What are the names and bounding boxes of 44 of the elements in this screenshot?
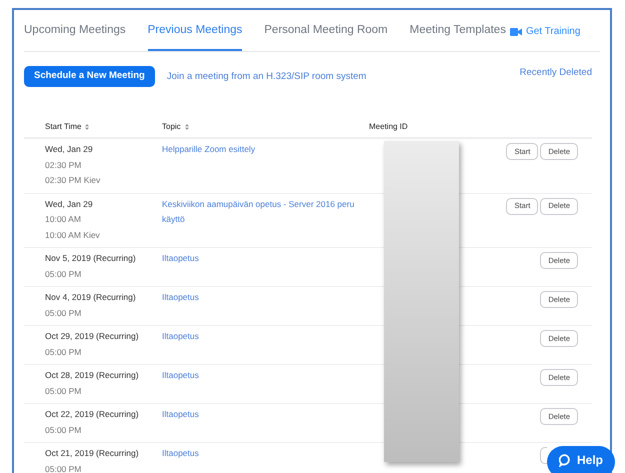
- sort-icon[interactable]: [85, 124, 90, 130]
- start-date: Wed, Jan 29: [45, 198, 94, 210]
- start-time: 05:00 PM: [45, 424, 82, 436]
- start-time: 05:00 PM: [45, 306, 82, 320]
- video-camera-icon: [510, 28, 522, 36]
- sort-icon[interactable]: [184, 124, 189, 130]
- topic-link[interactable]: Iltaopetus: [162, 251, 199, 266]
- get-training-link[interactable]: Get Training: [510, 24, 580, 39]
- start-time: 05:00 PM: [45, 462, 82, 473]
- topic-link[interactable]: Keskiviikon aamupäivän opetus - Server 2016 peru: [162, 196, 354, 212]
- join-room-system-link[interactable]: Join a meeting from an H.323/SIP room system: [166, 70, 366, 84]
- start-time: 02:30 PM Kiev: [45, 174, 102, 187]
- topic-link[interactable]: käyttö: [162, 212, 185, 228]
- schedule-meeting-button[interactable]: Schedule a New Meeting: [24, 66, 155, 87]
- tab[interactable]: Personal Meeting Room: [264, 22, 388, 51]
- topic-link[interactable]: Iltaopetus: [162, 407, 199, 422]
- tab[interactable]: Previous Meetings: [148, 22, 242, 51]
- topic-link[interactable]: Helpparille Zoom esittely: [162, 142, 256, 158]
- column-header[interactable]: Topic: [162, 121, 189, 133]
- start-date: Wed, Jan 29: [45, 143, 94, 156]
- start-date: Oct 29, 2019 (Recurring): [45, 330, 140, 343]
- start-time: 10:00 AM: [45, 213, 82, 226]
- column-header[interactable]: Start Time: [45, 121, 90, 133]
- column-header[interactable]: Meeting ID: [369, 121, 408, 133]
- start-date: Oct 28, 2019 (Recurring): [45, 369, 140, 382]
- topic-link[interactable]: Iltaopetus: [162, 446, 199, 462]
- start-time: 05:00 PM: [45, 384, 82, 398]
- topic-link[interactable]: Iltaopetus: [162, 329, 199, 344]
- action-button[interactable]: [540, 447, 547, 464]
- start-date: Oct 21, 2019 (Recurring): [45, 447, 140, 460]
- tab[interactable]: Upcoming Meetings: [24, 22, 126, 51]
- tab[interactable]: Meeting Templates: [410, 22, 506, 51]
- start-time: 05:00 PM: [45, 346, 82, 358]
- start-time: 05:00 PM: [45, 268, 82, 280]
- topic-link[interactable]: Iltaopetus: [162, 290, 199, 306]
- start-time: 10:00 AM Kiev: [45, 228, 101, 242]
- start-date: Oct 22, 2019 (Recurring): [45, 408, 140, 421]
- start-time: 02:30 PM: [45, 158, 82, 172]
- topic-link[interactable]: Iltaopetus: [162, 368, 199, 384]
- start-date: Nov 5, 2019 (Recurring): [45, 252, 137, 265]
- start-date: Nov 4, 2019 (Recurring): [45, 291, 137, 304]
- chat-bubble-icon: [558, 454, 572, 466]
- recently-deleted-link[interactable]: Recently Deleted: [520, 66, 592, 80]
- help-button[interactable]: Help: [547, 446, 615, 473]
